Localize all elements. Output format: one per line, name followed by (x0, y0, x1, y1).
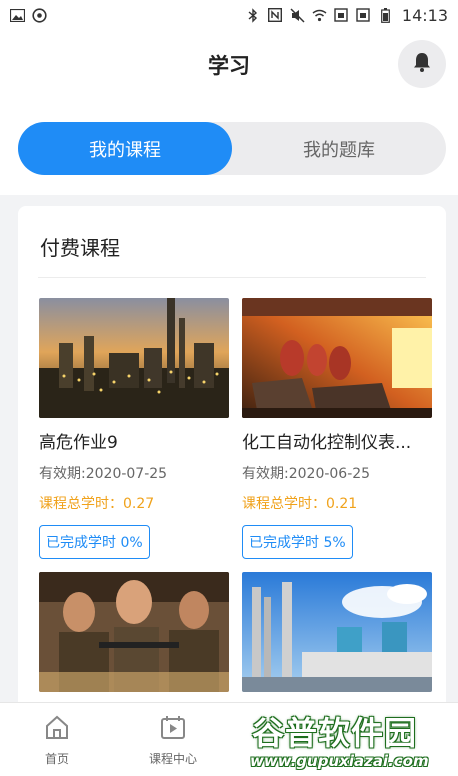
course-validity: 有效期:2020-07-25 (39, 466, 168, 482)
nav-label: 首页 (44, 752, 69, 766)
sim2-signal-icon (356, 8, 371, 23)
nav-item-home[interactable]: 首页 (12, 713, 102, 767)
bluetooth-icon (246, 7, 261, 23)
tab-my-courses[interactable]: 我的课程 (18, 122, 232, 175)
bell-icon (412, 51, 432, 77)
completion-badge: 已完成学时 5% (242, 525, 353, 559)
nav-item-course-center[interactable]: 课程中心 (128, 713, 218, 767)
course-total-hours: 课程总学时：0.21 (242, 496, 358, 512)
course-card[interactable]: 高危作业9 有效期:2020-07-25 课程总学时：0.27 已完成学时 0% (39, 298, 229, 559)
watermark-url: www.gupuxiazai.com (250, 752, 429, 770)
mute-icon (290, 7, 305, 23)
paid-courses-card: 付费课程 高危作业9 有效期:2020-07-25 课程总学时：0.27 已完成… (18, 206, 446, 726)
header: 学习 (0, 30, 458, 100)
play-calendar-icon (128, 713, 218, 744)
app-notification-icon (32, 7, 47, 23)
status-time: 14:13 (401, 5, 448, 25)
course-thumbnail (242, 298, 432, 418)
course-card[interactable]: 化工自动化控制仪表... 有效期:2020-06-25 课程总学时：0.21 已… (242, 298, 432, 559)
wifi-icon (312, 8, 327, 23)
status-bar: 14:13 (0, 0, 458, 30)
course-thumbnail (39, 298, 229, 418)
tab-my-question-bank[interactable]: 我的题库 (232, 122, 446, 175)
home-icon (12, 713, 102, 744)
sim1-signal-icon (334, 8, 349, 23)
course-validity: 有效期:2020-06-25 (242, 466, 371, 482)
course-name: 化工自动化控制仪表... (242, 433, 412, 453)
tab-bar: 我的课程 我的题库 (0, 100, 458, 195)
course-name: 高危作业9 (39, 433, 118, 453)
watermark-title: 谷普软件园 (252, 714, 418, 752)
watermark-logo: 谷普软件园 www.gupuxiazai.com (248, 708, 458, 774)
course-card[interactable] (39, 572, 229, 692)
divider (38, 277, 426, 278)
battery-icon (378, 7, 393, 23)
course-thumbnail (242, 572, 432, 692)
course-total-hours: 课程总学时：0.27 (39, 496, 155, 512)
completion-badge: 已完成学时 0% (39, 525, 150, 559)
gallery-notification-icon (10, 8, 25, 23)
section-title: 付费课程 (40, 236, 120, 260)
segmented-control: 我的课程 我的题库 (18, 122, 446, 175)
page-title: 学习 (208, 54, 250, 78)
course-card[interactable] (242, 572, 432, 692)
nfc-icon (268, 8, 283, 23)
nav-label: 课程中心 (148, 752, 197, 766)
notification-button[interactable] (398, 40, 446, 88)
course-thumbnail (39, 572, 229, 692)
